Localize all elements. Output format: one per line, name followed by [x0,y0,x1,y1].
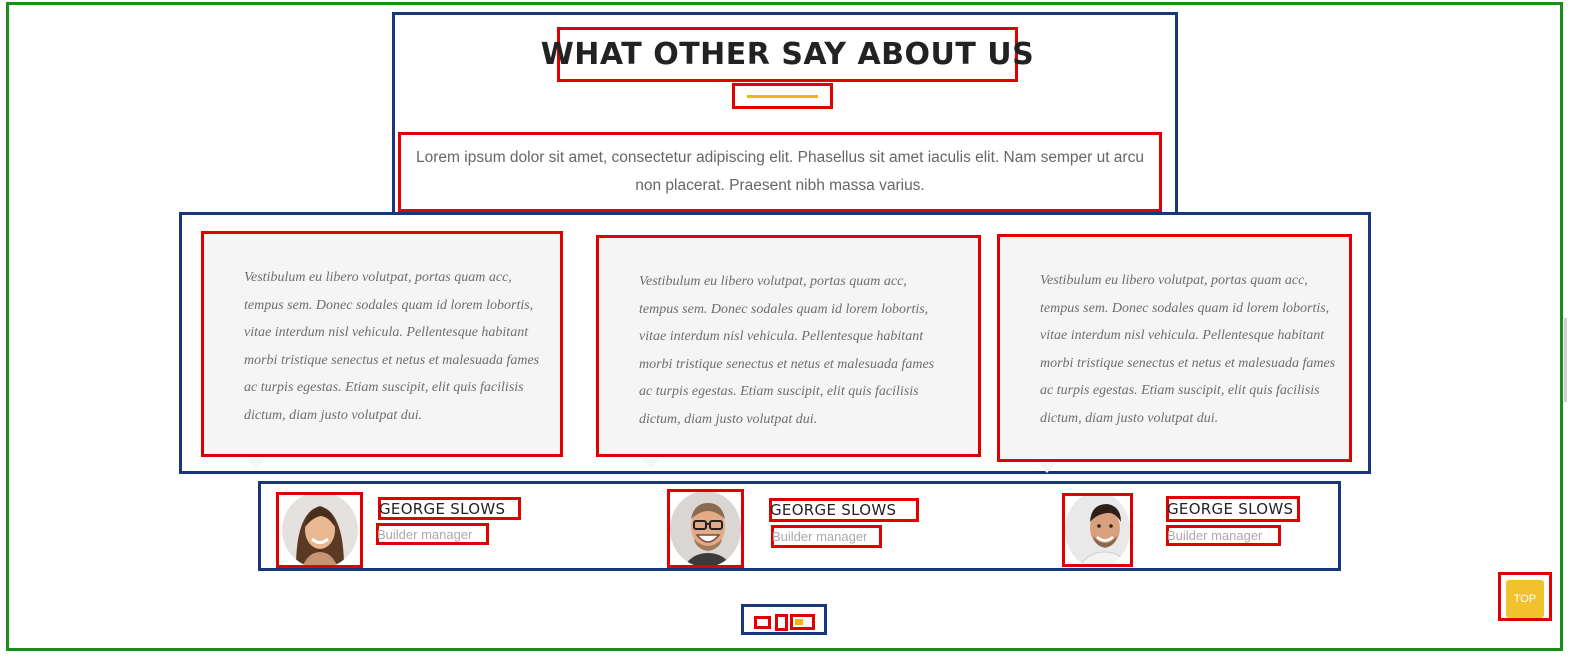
pagination-dot-3-active[interactable] [790,614,815,630]
author-name-box: GEORGE SLOWS [1166,496,1300,522]
testimonial-quote: Vestibulum eu libero volutpat, portas qu… [1040,273,1336,426]
author-name: GEORGE SLOWS [1167,500,1294,518]
author-name: GEORGE SLOWS [379,499,506,518]
man-smiling-portrait-icon [1065,496,1130,564]
scroll-top-box: TOP [1498,572,1552,621]
avatar [670,492,741,565]
scroll-top-label: TOP [1513,593,1537,605]
author-name-box: GEORGE SLOWS [378,497,521,520]
avatar-box [276,492,363,568]
title-divider [732,83,833,109]
author-role: Builder manager [377,526,473,542]
testimonial-quote: Vestibulum eu libero volutpat, portas qu… [244,270,540,423]
author-role-box: Builder manager [1166,525,1281,546]
author-name: GEORGE SLOWS [770,501,897,519]
man-glasses-portrait-icon [670,492,741,565]
author-role: Builder manager [772,529,868,544]
section-title-box: WHAT OTHER SAY ABOUT US [541,27,1034,82]
avatar [1065,496,1130,564]
author-role-box: Builder manager [376,523,489,545]
section-intro-box: Lorem ipsum dolor sit amet, consectetur … [398,132,1162,212]
testimonial-card: Vestibulum eu libero volutpat, portas qu… [596,235,981,457]
scroll-top-button[interactable]: TOP [1506,580,1544,618]
section-intro: Lorem ipsum dolor sit amet, consectetur … [416,149,1144,194]
testimonial-quote: Vestibulum eu libero volutpat, portas qu… [639,274,935,427]
section-title: WHAT OTHER SAY ABOUT US [540,37,1035,72]
pagination-dot-1[interactable] [754,616,771,629]
scrollbar[interactable] [1564,318,1567,402]
testimonial-card: Vestibulum eu libero volutpat, portas qu… [997,234,1352,462]
avatar-box [1062,493,1133,567]
pagination-dot-2[interactable] [775,614,788,631]
woman-portrait-icon [281,495,358,565]
title-underline [747,95,818,98]
avatar [281,495,358,565]
testimonial-card: Vestibulum eu libero volutpat, portas qu… [201,231,563,457]
author-role: Builder manager [1167,528,1263,543]
author-name-box: GEORGE SLOWS [769,498,919,522]
avatar-box [667,489,744,568]
author-role-box: Builder manager [771,525,882,548]
